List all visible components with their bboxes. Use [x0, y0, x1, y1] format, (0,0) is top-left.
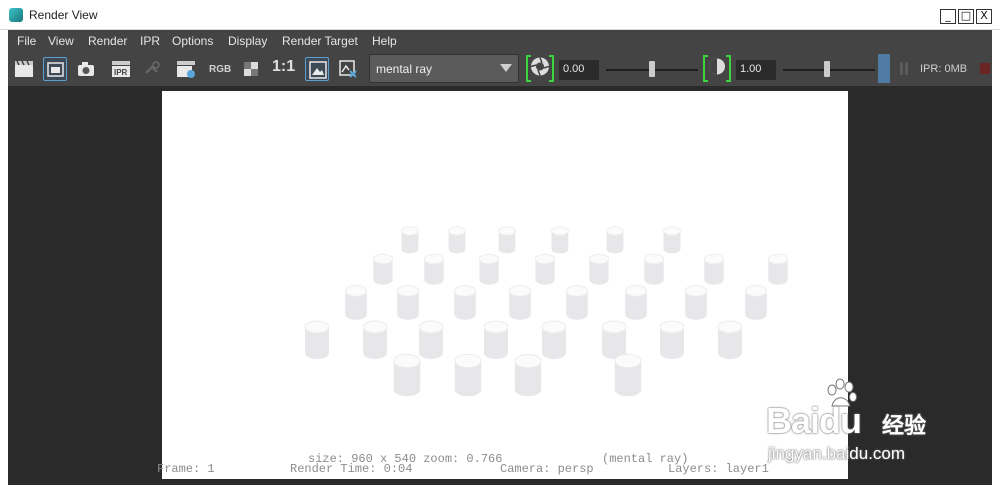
cylinder	[606, 226, 624, 254]
exposure-value: 0.00	[563, 63, 585, 75]
cylinder	[396, 285, 420, 320]
render-settings-icon[interactable]	[174, 57, 198, 81]
cylinder	[362, 320, 388, 359]
cylinder	[614, 353, 642, 397]
remove-image-icon[interactable]	[336, 57, 360, 81]
aperture-icon	[530, 57, 550, 76]
cylinder	[534, 253, 556, 285]
cylinder	[643, 253, 665, 285]
maximize-button[interactable]: □	[958, 9, 974, 24]
cylinder	[565, 285, 589, 320]
menu-help[interactable]: Help	[372, 34, 397, 48]
window-title: Render View	[29, 8, 98, 22]
menu-ipr[interactable]: IPR	[140, 34, 160, 48]
watermark-suffix: 经验	[882, 414, 927, 439]
window-controls: _ □ X	[940, 9, 992, 24]
exposure-toggle-button[interactable]	[526, 55, 554, 82]
redo-render-icon[interactable]	[12, 57, 36, 81]
layers-label: Layers: layer1	[668, 462, 769, 476]
cylinder	[372, 253, 394, 285]
cylinder	[483, 320, 509, 359]
cylinder	[684, 285, 708, 320]
cylinder	[418, 320, 444, 359]
render-region-icon[interactable]	[43, 57, 67, 81]
cylinder	[514, 353, 542, 397]
cylinder	[393, 353, 421, 397]
baidu-watermark: Baidu 经验 jingyan.baidu.com	[762, 378, 952, 468]
menu-view[interactable]: View	[48, 34, 74, 48]
maya-app-icon	[9, 8, 23, 22]
gamma-value: 1.00	[740, 63, 762, 75]
ipr-render-icon[interactable]: IPR	[109, 57, 133, 81]
minimize-button[interactable]: _	[940, 9, 956, 24]
exposure-field[interactable]: 0.00	[559, 60, 599, 80]
cylinder	[453, 285, 477, 320]
svg-text:IPR: IPR	[114, 68, 128, 77]
rgb-channel-toggle[interactable]: RGB	[209, 64, 231, 75]
camera-label: Camera: persp	[500, 462, 594, 476]
rendered-image: size: 960 x 540 zoom: 0.766 (mental ray)	[162, 91, 848, 479]
menu-display[interactable]: Display	[228, 34, 267, 48]
ipr-memory-label: IPR: 0MB	[920, 63, 968, 75]
frame-label: Frame: 1	[157, 462, 215, 476]
cylinder	[541, 320, 567, 359]
rendered-scene	[304, 226, 789, 397]
pause-ipr-icon[interactable]	[900, 62, 908, 75]
menu-render[interactable]: Render	[88, 34, 127, 48]
watermark-url: jingyan.baidu.com	[768, 444, 906, 463]
alpha-channel-icon[interactable]	[239, 57, 263, 81]
gamma-slider-handle[interactable]	[824, 61, 830, 77]
chevron-down-icon	[500, 64, 512, 72]
snapshot-camera-icon[interactable]	[74, 57, 98, 81]
renderer-value: mental ray	[376, 62, 433, 76]
ipr-tuning-icon[interactable]	[878, 54, 890, 83]
cylinder	[478, 253, 500, 285]
cylinder	[663, 226, 681, 254]
cylinder	[344, 285, 368, 320]
real-size-button[interactable]: 1:1	[272, 58, 295, 76]
menu-file[interactable]: File	[17, 34, 36, 48]
cylinder	[717, 320, 743, 359]
exposure-slider-handle[interactable]	[649, 61, 655, 77]
close-button[interactable]: X	[976, 9, 992, 24]
refresh-ipr-icon[interactable]	[140, 57, 164, 81]
cylinder	[304, 320, 330, 359]
cylinder	[744, 285, 768, 320]
cylinder	[498, 226, 516, 254]
cylinder	[423, 253, 445, 285]
cylinder	[401, 226, 419, 254]
cylinder	[659, 320, 685, 359]
menu-options[interactable]: Options	[172, 34, 213, 48]
cylinder	[508, 285, 532, 320]
window-titlebar: Render View _ □ X	[0, 0, 1000, 30]
cylinder	[551, 226, 569, 254]
menu-bar: File View Render IPR Options Display Ren…	[8, 30, 992, 52]
cylinder	[767, 253, 789, 285]
cylinder	[454, 353, 482, 397]
cylinder	[588, 253, 610, 285]
keep-image-icon[interactable]	[305, 57, 329, 81]
cylinder	[601, 320, 627, 359]
toolbar: IPR RGB 1:1 mental ray 0.00 1.00 IPR: 0M…	[8, 52, 992, 86]
cylinder	[703, 253, 725, 285]
watermark-brand: Baidu	[766, 400, 862, 441]
cylinder	[624, 285, 648, 320]
stop-render-icon[interactable]	[980, 63, 990, 74]
gamma-icon	[709, 58, 725, 75]
menu-render-target[interactable]: Render Target	[282, 34, 358, 48]
renderer-dropdown[interactable]: mental ray	[369, 54, 519, 83]
render-time-label: Render Time: 0:04	[290, 462, 413, 476]
gamma-field[interactable]: 1.00	[736, 60, 776, 80]
cylinder	[448, 226, 466, 254]
gamma-toggle-button[interactable]	[703, 55, 731, 82]
